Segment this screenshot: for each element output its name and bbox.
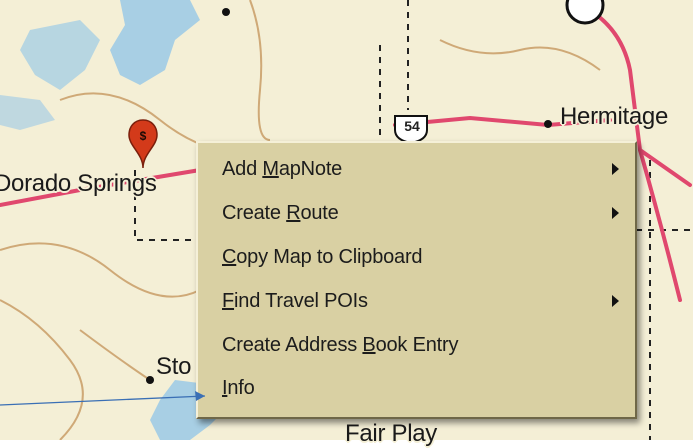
highway-marker-top <box>565 0 605 25</box>
menu-item-label: Create Address Book Entry <box>222 334 458 357</box>
map-label-stockton: Sto <box>156 353 192 380</box>
menu-accelerator-key: F <box>222 289 235 312</box>
menu-label-prefix: Create <box>222 201 287 224</box>
menu-item-label: Find Travel POIs <box>222 290 368 313</box>
menu-accelerator-key: C <box>222 245 237 268</box>
menu-item-label: Info <box>222 377 255 400</box>
menu-item-info[interactable]: Info <box>198 370 635 406</box>
svg-text:$: $ <box>140 129 147 143</box>
menu-label-suffix: ook Entry <box>375 333 459 356</box>
menu-item-add-mapnote[interactable]: Add MapNote <box>198 151 635 187</box>
menu-label-suffix: oute <box>300 201 339 224</box>
menu-label-suffix: nfo <box>227 376 255 399</box>
map-label-hermitage: Hermitage <box>560 103 669 130</box>
menu-item-label: Create Route <box>222 202 339 225</box>
map-label-fair-play: Fair Play <box>345 420 437 447</box>
route-shield-number: 54 <box>404 118 420 134</box>
menu-item-label: Add MapNote <box>222 158 342 181</box>
menu-accelerator-key: B <box>362 333 376 356</box>
menu-label-suffix: apNote <box>278 157 343 180</box>
menu-item-copy-map-to-clipboard[interactable]: Copy Map to Clipboard <box>198 239 635 275</box>
town-dot-stockton <box>146 376 154 384</box>
town-dot-north <box>222 8 230 16</box>
menu-accelerator-key: M <box>262 157 279 180</box>
menu-label-suffix: opy Map to Clipboard <box>236 245 423 268</box>
menu-label-prefix: Create Address <box>222 333 363 356</box>
submenu-arrow-icon <box>612 163 619 175</box>
map-context-menu: Add MapNote Create Route Copy Map to Clipb… <box>196 141 637 419</box>
menu-item-label: Copy Map to Clipboard <box>222 245 423 269</box>
map-pin-icon[interactable]: $ <box>126 118 160 170</box>
submenu-arrow-icon <box>612 207 619 219</box>
menu-label-suffix: ind Travel POIs <box>234 289 368 312</box>
menu-item-create-address-book-entry[interactable]: Create Address Book Entry <box>198 327 635 363</box>
submenu-arrow-icon <box>612 295 619 307</box>
town-dot-hermitage <box>544 120 552 128</box>
menu-item-create-route[interactable]: Create Route <box>198 195 635 231</box>
map-label-dorado-springs: Dorado Springs <box>0 170 157 197</box>
menu-label-prefix: Add <box>222 157 263 180</box>
menu-accelerator-key: R <box>286 201 301 224</box>
menu-item-find-travel-pois[interactable]: Find Travel POIs <box>198 283 635 319</box>
